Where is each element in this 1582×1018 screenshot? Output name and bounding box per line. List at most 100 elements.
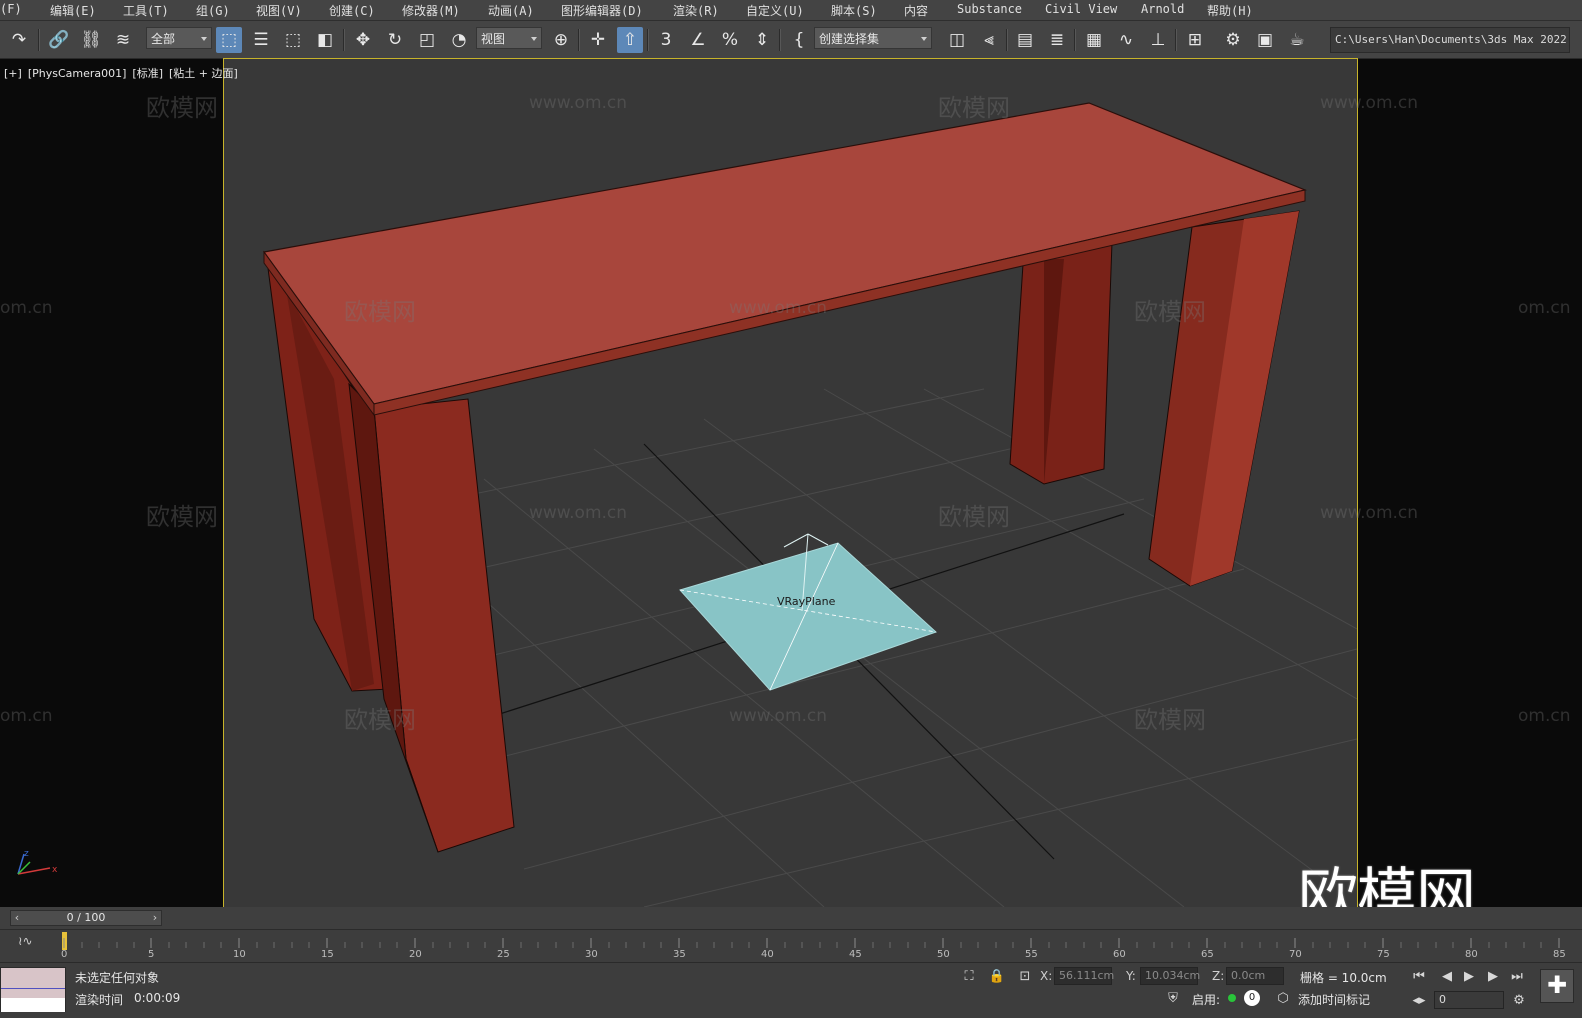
viewport-shading-label[interactable]: [粘土 + 边面] xyxy=(169,67,238,80)
selection-filter-dropdown[interactable]: 全部 xyxy=(146,27,212,49)
menu-help[interactable]: 帮助(H) xyxy=(1207,2,1253,19)
viewport-label[interactable]: [+] [PhysCamera001] [标准] [粘土 + 边面] xyxy=(4,65,244,81)
time-tag-icon[interactable]: ⬡ xyxy=(1272,987,1294,1009)
placement-icon[interactable]: ◔ xyxy=(446,27,472,53)
viewport-camera-label[interactable]: [PhysCamera001] xyxy=(28,67,127,80)
axis-x-label: x xyxy=(52,865,58,875)
bind-space-warp-icon[interactable]: ≋ xyxy=(110,27,136,53)
axis-z-label: z xyxy=(24,849,29,859)
menu-tools[interactable]: 工具(T) xyxy=(123,2,169,19)
track-tick-label: 15 xyxy=(321,949,334,960)
add-time-tag-label[interactable]: 添加时间标记 xyxy=(1298,991,1370,1008)
curve-editor-icon[interactable]: ∿ xyxy=(1113,27,1139,53)
current-frame-field[interactable]: 0 xyxy=(1434,991,1504,1009)
select-by-name-icon[interactable]: ☰ xyxy=(248,27,274,53)
menu-group[interactable]: 组(G) xyxy=(196,2,230,19)
named-selection-set-dropdown[interactable]: 创建选择集 xyxy=(814,27,932,49)
go-to-end-icon[interactable]: ⏭ xyxy=(1506,965,1528,987)
watermark-text: 欧模网 xyxy=(146,94,218,122)
selection-lock-icon[interactable]: 🔒 xyxy=(986,965,1008,987)
pivot-center-icon[interactable]: ⊕ xyxy=(548,27,574,53)
menu-bar: (F) 编辑(E) 工具(T) 组(G) 视图(V) 创建(C) 修改器(M) … xyxy=(0,0,1582,21)
menu-customize[interactable]: 自定义(U) xyxy=(746,2,804,19)
render-setup-icon[interactable]: ⚙ xyxy=(1220,27,1246,53)
track-tick-label: 85 xyxy=(1553,949,1566,960)
menu-substance[interactable]: Substance xyxy=(957,2,1022,16)
menu-content[interactable]: 内容 xyxy=(904,2,928,19)
time-slider[interactable]: ‹ 0 / 100 › xyxy=(10,910,162,926)
isolate-selection-icon[interactable]: ⛶ xyxy=(958,965,980,987)
project-path-field[interactable]: C:\Users\Han\Documents\3ds Max 2022 xyxy=(1330,27,1570,53)
link-icon[interactable]: 🔗 xyxy=(46,27,72,53)
vray-plane: VRayPlane xyxy=(679,533,937,691)
time-configuration-icon[interactable]: ⚙ xyxy=(1508,989,1530,1011)
scene-explorer-icon[interactable]: ▤ xyxy=(1012,27,1038,53)
menu-arnold[interactable]: Arnold xyxy=(1141,2,1184,16)
z-coord-field[interactable]: 0.0cm xyxy=(1226,967,1284,985)
adaptive-degradation-icon[interactable]: ⛨ xyxy=(1162,987,1184,1009)
rendered-frame-window-icon[interactable]: ▣ xyxy=(1252,27,1278,53)
schematic-view-icon[interactable]: ⊥ xyxy=(1145,27,1171,53)
maxscript-listener-mini[interactable] xyxy=(0,967,66,1012)
menu-modifiers[interactable]: 修改器(M) xyxy=(402,2,460,19)
angle-snap-icon[interactable]: ∠ xyxy=(685,27,711,53)
absolute-mode-icon[interactable]: ⊡ xyxy=(1014,965,1036,987)
x-coord-field[interactable]: 56.111cm xyxy=(1054,967,1114,985)
menu-file[interactable]: (F) xyxy=(0,2,22,16)
play-icon[interactable]: ▶︎ xyxy=(1458,965,1480,987)
edit-named-selection-icon[interactable]: { xyxy=(786,27,812,53)
scale-icon[interactable]: ◰ xyxy=(414,27,440,53)
previous-frame-icon[interactable]: ◀︎ xyxy=(1436,965,1458,987)
mirror-icon[interactable]: ◫ xyxy=(944,27,970,53)
watermark-url: om.cn xyxy=(1518,298,1571,318)
move-icon[interactable]: ✥ xyxy=(350,27,376,53)
menu-civil-view[interactable]: Civil View xyxy=(1045,2,1117,16)
chevron-left-icon[interactable]: ‹ xyxy=(11,911,23,925)
viewport-mode-label[interactable]: [标准] xyxy=(132,67,163,80)
menu-views[interactable]: 视图(V) xyxy=(256,2,302,19)
menu-animation[interactable]: 动画(A) xyxy=(488,2,534,19)
window-crossing-icon[interactable]: ◧ xyxy=(312,27,338,53)
rectangular-selection-icon[interactable]: ⬚ xyxy=(280,27,306,53)
menu-rendering[interactable]: 渲染(R) xyxy=(673,2,719,19)
layer-explorer-icon[interactable]: ≣ xyxy=(1044,27,1070,53)
material-editor-icon[interactable]: ⊞ xyxy=(1182,27,1208,53)
menu-scripting[interactable]: 脚本(S) xyxy=(831,2,877,19)
align-icon[interactable]: ⫷ xyxy=(976,27,1002,53)
select-object-icon[interactable]: ⬚ xyxy=(216,27,242,53)
watermark-text: 欧模网 xyxy=(146,503,218,531)
percent-snap-icon[interactable]: % xyxy=(717,27,743,53)
axis-tripod-icon: x z xyxy=(17,849,58,875)
chevron-down-icon xyxy=(921,37,927,41)
go-to-start-icon[interactable]: ⏮ xyxy=(1408,965,1430,987)
table-back-legs xyxy=(1009,210,1300,587)
select-manipulate-icon[interactable]: ✛ xyxy=(585,27,611,53)
unlink-icon[interactable]: ⛓ xyxy=(78,27,104,53)
toolbar-separator xyxy=(647,29,649,51)
snaps-toggle-icon[interactable]: 3 xyxy=(653,27,679,53)
perspective-viewport[interactable]: VRayPlane xyxy=(223,58,1358,908)
render-production-icon[interactable]: ☕ xyxy=(1284,27,1310,53)
watermark-text: 欧模网 xyxy=(344,706,416,734)
viewport-navigation-plus-icon[interactable]: ✚ xyxy=(1540,969,1574,1003)
key-mode-icon[interactable]: ◂▸ xyxy=(1408,989,1430,1011)
track-bar[interactable]: ≀∿ 0 5 10 15 20 25 30 35 40 45 50 55 60 … xyxy=(0,929,1582,963)
next-frame-icon[interactable]: ▶︎ xyxy=(1482,965,1504,987)
track-tick-label: 30 xyxy=(585,949,598,960)
toggle-ribbon-icon[interactable]: ▦ xyxy=(1081,27,1107,53)
keyboard-shortcut-override-icon[interactable]: ⇧ xyxy=(617,27,643,53)
menu-create[interactable]: 创建(C) xyxy=(329,2,375,19)
time-slider-value: 0 / 100 xyxy=(66,911,106,924)
viewport-menu-plus[interactable]: [+] xyxy=(4,67,22,80)
menu-graph-editors[interactable]: 图形编辑器(D) xyxy=(561,2,643,19)
reference-coord-dropdown[interactable]: 视图 xyxy=(476,27,542,49)
menu-edit[interactable]: 编辑(E) xyxy=(50,2,96,19)
rotate-icon[interactable]: ↻ xyxy=(382,27,408,53)
z-coord-label: Z: xyxy=(1212,969,1225,983)
chevron-right-icon[interactable]: › xyxy=(149,911,161,925)
watermark-url: www.om.cn xyxy=(729,706,828,726)
spinner-snap-icon[interactable]: ⇕ xyxy=(749,27,775,53)
y-coord-field[interactable]: 10.034cm xyxy=(1140,967,1200,985)
redo-icon[interactable]: ↷ xyxy=(6,27,32,53)
watermark-text: 欧模网 xyxy=(1134,706,1206,734)
